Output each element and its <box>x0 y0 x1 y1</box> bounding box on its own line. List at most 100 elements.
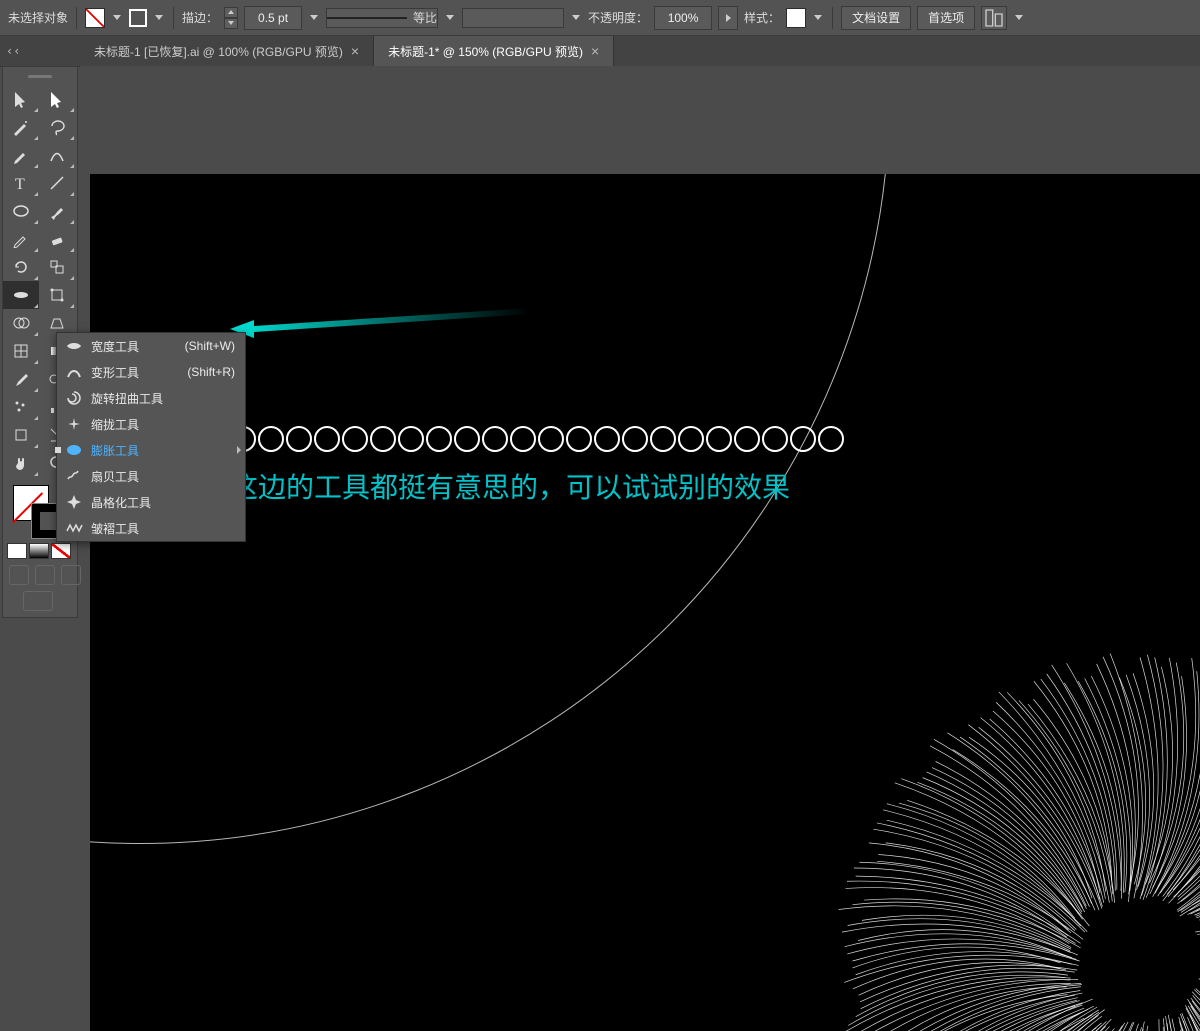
separator <box>76 7 77 29</box>
tool-mesh[interactable] <box>3 337 39 365</box>
stroke-swatch[interactable] <box>129 9 147 27</box>
color-mode-gradient[interactable] <box>29 543 49 559</box>
stroke-dropdown-icon[interactable] <box>153 12 165 24</box>
close-icon[interactable]: × <box>591 43 599 59</box>
tool-symbol-sprayer[interactable] <box>3 393 39 421</box>
pattern-circle <box>398 426 424 452</box>
pattern-circle <box>734 426 760 452</box>
stroke-value-field[interactable] <box>244 6 302 30</box>
tool-direct-selection[interactable] <box>39 85 75 113</box>
flyout-item-label: 膨胀工具 <box>91 442 139 459</box>
preferences-button[interactable]: 首选项 <box>917 6 975 30</box>
fill-swatch[interactable] <box>85 8 105 28</box>
tool-eraser[interactable] <box>39 225 75 253</box>
tool-rotate[interactable] <box>3 253 39 281</box>
pattern-circle <box>286 426 312 452</box>
opacity-field[interactable] <box>654 6 712 30</box>
stroke-profile-preview[interactable]: 等比 <box>326 8 438 28</box>
tool-artboard[interactable] <box>3 421 39 449</box>
pattern-circle <box>790 426 816 452</box>
crystallize-icon <box>65 493 83 511</box>
style-dropdown-icon[interactable] <box>812 12 824 24</box>
tool-scale[interactable] <box>39 253 75 281</box>
flyout-item-shortcut: (Shift+R) <box>187 365 235 379</box>
tool-brush[interactable] <box>39 197 75 225</box>
separator <box>832 7 833 29</box>
tool-type[interactable]: T <box>3 169 39 197</box>
tool-pen[interactable] <box>3 141 39 169</box>
pattern-circle <box>510 426 536 452</box>
circle-pattern-row <box>230 426 844 452</box>
panel-collapse-button[interactable]: ‹‹ <box>0 36 80 67</box>
flyout-item-twirl[interactable]: 旋转扭曲工具 <box>57 385 245 411</box>
flyout-item-label: 皱褶工具 <box>91 520 139 537</box>
pattern-circle <box>314 426 340 452</box>
stroke-dropdown-icon[interactable] <box>308 12 320 24</box>
flyout-item-label: 缩拢工具 <box>91 416 139 433</box>
brush-dropdown-icon[interactable] <box>570 12 582 24</box>
pattern-circle <box>566 426 592 452</box>
flyout-item-scallop[interactable]: 扇贝工具 <box>57 463 245 489</box>
draw-mode-icon[interactable] <box>9 565 29 585</box>
pattern-circle <box>650 426 676 452</box>
tool-hand[interactable] <box>3 449 39 477</box>
tool-pencil[interactable] <box>3 225 39 253</box>
tool-shape-builder[interactable] <box>3 309 39 337</box>
pattern-circle <box>706 426 732 452</box>
close-icon[interactable]: × <box>351 43 359 59</box>
color-mode-solid[interactable] <box>7 543 27 559</box>
document-setup-button[interactable]: 文档设置 <box>841 6 911 30</box>
opacity-more-button[interactable] <box>718 6 738 30</box>
flyout-item-width[interactable]: 宽度工具(Shift+W) <box>57 333 245 359</box>
submenu-icon <box>237 446 241 454</box>
tab-doc-2[interactable]: 未标题-1* @ 150% (RGB/GPU 预览) × <box>374 36 614 66</box>
annotation-text: 这边的工具都挺有意思的，可以试试别的效果 <box>230 466 790 506</box>
tool-lasso[interactable] <box>39 113 75 141</box>
tab-doc-1[interactable]: 未标题-1 [已恢复].ai @ 100% (RGB/GPU 预览) × <box>80 36 374 66</box>
width-tool-flyout: 宽度工具(Shift+W) 变形工具 (Shift+R) 旋转扭曲工具缩拢工具膨胀工具… <box>56 332 246 542</box>
artboard[interactable]: 这边的工具都挺有意思的，可以试试别的效果 <box>90 174 1200 1031</box>
tool-width[interactable] <box>3 281 39 309</box>
screen-mode-button[interactable] <box>23 591 53 611</box>
tool-line[interactable] <box>39 169 75 197</box>
uniform-label: 等比 <box>413 9 437 26</box>
draw-mode-icon[interactable] <box>35 565 55 585</box>
pattern-circle <box>342 426 368 452</box>
brush-preview[interactable] <box>462 8 564 28</box>
pattern-circle <box>678 426 704 452</box>
tool-eyedropper[interactable] <box>3 365 39 393</box>
screen-mode-row <box>3 565 81 585</box>
draw-mode-icon[interactable] <box>61 565 81 585</box>
flyout-item-pucker[interactable]: 缩拢工具 <box>57 411 245 437</box>
style-swatch[interactable] <box>786 8 806 28</box>
pattern-circle <box>370 426 396 452</box>
selection-status: 未选择对象 <box>8 9 68 26</box>
align-dropdown-icon[interactable] <box>1013 12 1025 24</box>
stroke-value-input[interactable] <box>245 10 301 26</box>
flyout-item-wrinkle[interactable]: 皱褶工具 <box>57 515 245 541</box>
flyout-item-bloat[interactable]: 膨胀工具 <box>57 437 245 463</box>
annotation-arrow <box>230 304 530 354</box>
pattern-circle <box>762 426 788 452</box>
canvas-area[interactable]: 这边的工具都挺有意思的，可以试试别的效果 <box>80 66 1200 1031</box>
flyout-item-label: 变形工具 <box>91 364 139 381</box>
color-mode-row <box>3 543 75 559</box>
tool-free-transform[interactable] <box>39 281 75 309</box>
tool-magic-wand[interactable] <box>3 113 39 141</box>
panel-grip[interactable] <box>3 75 77 81</box>
opacity-input[interactable] <box>655 10 711 26</box>
fill-dropdown-icon[interactable] <box>111 12 123 24</box>
stroke-stepper[interactable] <box>224 7 238 29</box>
wrinkle-icon <box>65 519 83 537</box>
tool-ellipse[interactable] <box>3 197 39 225</box>
align-icon[interactable] <box>981 6 1007 30</box>
tool-selection[interactable] <box>3 85 39 113</box>
flyout-item-warp[interactable]: 变形工具 (Shift+R) <box>57 359 245 385</box>
flyout-item-crystallize[interactable]: 晶格化工具 <box>57 489 245 515</box>
document-tabs: 未标题-1 [已恢复].ai @ 100% (RGB/GPU 预览) × 未标题… <box>80 36 1200 67</box>
profile-dropdown-icon[interactable] <box>444 12 456 24</box>
tool-curvature[interactable] <box>39 141 75 169</box>
flyout-item-shortcut: (Shift+W) <box>185 339 235 353</box>
pattern-circle <box>482 426 508 452</box>
color-mode-none[interactable] <box>51 543 71 559</box>
